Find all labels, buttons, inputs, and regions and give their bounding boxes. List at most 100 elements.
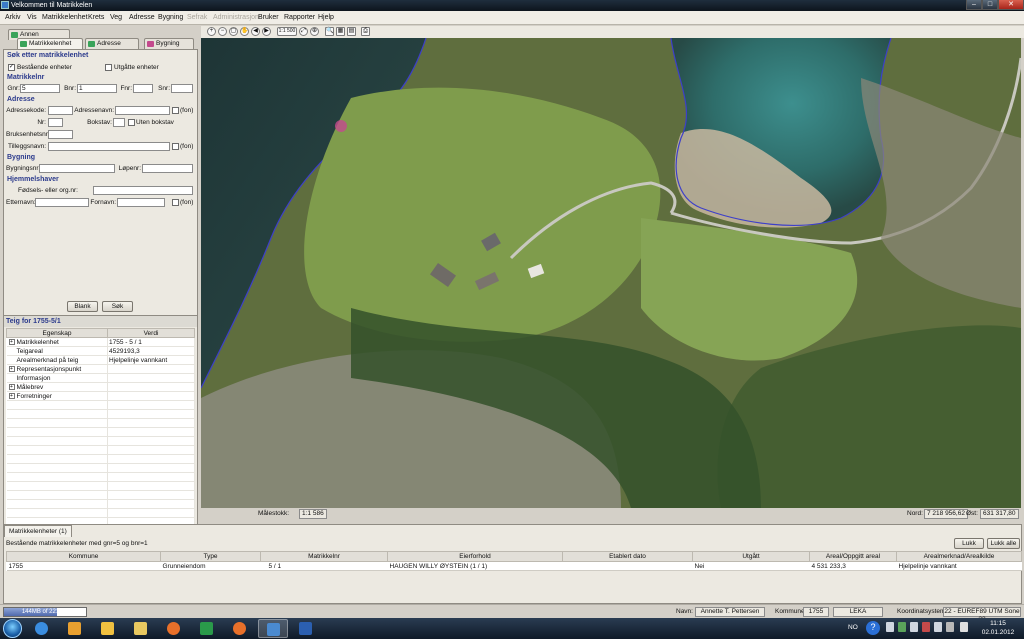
- fodsels-orgnr-input[interactable]: [93, 186, 193, 195]
- gnr-input[interactable]: 5: [20, 84, 60, 93]
- taskbar-app-media-player[interactable]: [60, 619, 90, 638]
- teig-row[interactable]: Arealmerknad på teig Hjelpelinje vannkant: [6, 355, 195, 365]
- volume-icon[interactable]: [960, 622, 968, 632]
- tab-bygning[interactable]: Bygning: [144, 38, 194, 49]
- expand-icon[interactable]: +: [8, 365, 15, 372]
- teig-row[interactable]: Informasjon: [6, 373, 195, 383]
- search-map-icon[interactable]: 🔍: [325, 27, 334, 36]
- maximize-button[interactable]: □: [982, 0, 998, 10]
- fornavn-fon-checkbox[interactable]: [172, 199, 179, 206]
- teig-row[interactable]: + Matrikkelenhet 1755 - 5 / 1: [6, 337, 195, 347]
- taskbar-app-folder[interactable]: [126, 619, 156, 638]
- bnr-input[interactable]: 1: [77, 84, 117, 93]
- tray-icon-4[interactable]: [922, 622, 930, 632]
- tray-icon-3[interactable]: [910, 622, 918, 632]
- center-icon[interactable]: ⊕: [310, 27, 319, 36]
- zoom-in-icon[interactable]: +: [207, 27, 216, 36]
- minimize-button[interactable]: –: [966, 0, 982, 10]
- lopenr-input[interactable]: [142, 164, 193, 173]
- zoom-box-icon[interactable]: ▢: [229, 27, 238, 36]
- tab-matrikkelenheter[interactable]: Matrikkelenheter (1): [4, 525, 72, 537]
- bokstav-input[interactable]: [113, 118, 125, 127]
- sok-button[interactable]: Søk: [102, 301, 133, 312]
- menu-rapporter[interactable]: Rapporter: [284, 13, 315, 23]
- results-col-header[interactable]: Type: [160, 551, 261, 562]
- network-icon[interactable]: [934, 622, 942, 632]
- snr-input[interactable]: [171, 84, 193, 93]
- bygningsnr-input[interactable]: [39, 164, 115, 173]
- help-icon[interactable]: ?: [866, 621, 880, 635]
- menu-bygning[interactable]: Bygning: [158, 13, 183, 23]
- start-button[interactable]: [3, 619, 22, 638]
- tilleggsnavn-fon-checkbox[interactable]: [172, 143, 179, 150]
- tray-icon-6[interactable]: [946, 622, 954, 632]
- menu-veg[interactable]: Veg: [110, 13, 122, 23]
- results-row[interactable]: 1755 Grunneiendom 5 / 1 HAUGEN WILLY ØYSTEI…: [6, 561, 1022, 571]
- tilleggsnavn-input[interactable]: [48, 142, 170, 151]
- teig-row[interactable]: + Representasjonspunkt: [6, 364, 195, 374]
- teig-row[interactable]: + Forretninger: [6, 391, 195, 401]
- map-view[interactable]: [201, 38, 1021, 508]
- menu-arkiv[interactable]: Arkiv: [5, 13, 21, 23]
- full-extent-icon[interactable]: ⤢: [299, 27, 308, 36]
- adressekode-input[interactable]: [48, 106, 73, 115]
- adressenavn-label: Adressenavn:: [74, 107, 114, 114]
- results-col-header[interactable]: Etablert dato: [562, 551, 693, 562]
- menu-bruker[interactable]: Bruker: [258, 13, 279, 23]
- taskbar-app-phone[interactable]: [192, 619, 222, 638]
- lukk-alle-button[interactable]: Lukk alle: [987, 538, 1020, 549]
- window-titlebar[interactable]: Velkommen til Matrikkelen – □ ✕: [0, 0, 1024, 11]
- bestaende-checkbox[interactable]: ✓: [8, 64, 15, 71]
- taskbar-app-matrikkel-app[interactable]: [258, 619, 288, 638]
- bruksenhetsnr-input[interactable]: [48, 130, 73, 139]
- menu-krets[interactable]: Krets: [88, 13, 104, 23]
- print-icon[interactable]: ⎙: [361, 27, 370, 36]
- language-indicator[interactable]: NO: [848, 624, 858, 631]
- tray-icon-1[interactable]: [886, 622, 894, 632]
- etternavn-input[interactable]: [35, 198, 89, 207]
- nr-input[interactable]: [48, 118, 63, 127]
- uten-bokstav-checkbox[interactable]: [128, 119, 135, 126]
- legend-icon[interactable]: ▦: [336, 27, 345, 36]
- previous-view-icon[interactable]: ◀: [251, 27, 260, 36]
- close-button[interactable]: ✕: [998, 0, 1024, 10]
- scale-text[interactable]: 1:1 500: [277, 27, 297, 36]
- expand-icon[interactable]: +: [8, 338, 15, 345]
- taskbar-app-word[interactable]: [291, 619, 321, 638]
- results-col-header[interactable]: Matrikkelnr: [260, 551, 388, 562]
- adressenavn-input[interactable]: [115, 106, 170, 115]
- fornavn-input[interactable]: [117, 198, 165, 207]
- tab-matrikkelenhet[interactable]: Matrikkelenhet: [17, 38, 83, 49]
- zoom-out-icon[interactable]: −: [218, 27, 227, 36]
- taskbar-app-file-explorer[interactable]: [93, 619, 123, 638]
- layers-icon[interactable]: ▤: [347, 27, 356, 36]
- blank-button[interactable]: Blank: [67, 301, 98, 312]
- adresse-fon-checkbox[interactable]: [172, 107, 179, 114]
- pan-icon[interactable]: ✋: [240, 27, 249, 36]
- tray-icon-2[interactable]: [898, 622, 906, 632]
- menu-hjelp[interactable]: Hjelp: [318, 13, 334, 23]
- menu-adresse[interactable]: Adresse: [129, 13, 155, 23]
- teig-egenskap: Informasjon: [6, 373, 108, 383]
- tab-adresse[interactable]: Adresse: [85, 38, 139, 49]
- teig-row[interactable]: + Målebrev: [6, 382, 195, 392]
- lukk-button[interactable]: Lukk: [954, 538, 984, 549]
- taskbar-app-firefox[interactable]: [159, 619, 189, 638]
- results-col-header[interactable]: Arealmerknad/Arealkilde: [896, 551, 1022, 562]
- expand-icon[interactable]: +: [8, 392, 15, 399]
- system-clock[interactable]: 11:15 02.01.2012: [978, 619, 1018, 637]
- teig-row[interactable]: Teigareal 4529193,3: [6, 346, 195, 356]
- menu-vis[interactable]: Vis: [27, 13, 37, 23]
- aerial-map[interactable]: [201, 38, 1021, 508]
- next-view-icon[interactable]: ▶: [262, 27, 271, 36]
- results-col-header[interactable]: Utgått: [692, 551, 810, 562]
- utgatte-checkbox[interactable]: [105, 64, 112, 71]
- menu-matrikkelenhet[interactable]: Matrikkelenhet: [42, 13, 88, 23]
- fnr-input[interactable]: [133, 84, 153, 93]
- results-col-header[interactable]: Areal/Oppgitt areal: [809, 551, 897, 562]
- taskbar-app-internet-explorer[interactable]: [27, 619, 57, 638]
- results-col-header[interactable]: Kommune: [6, 551, 161, 562]
- taskbar-app-firefox[interactable]: [225, 619, 255, 638]
- expand-icon[interactable]: +: [8, 383, 15, 390]
- results-col-header[interactable]: Eierforhold: [387, 551, 563, 562]
